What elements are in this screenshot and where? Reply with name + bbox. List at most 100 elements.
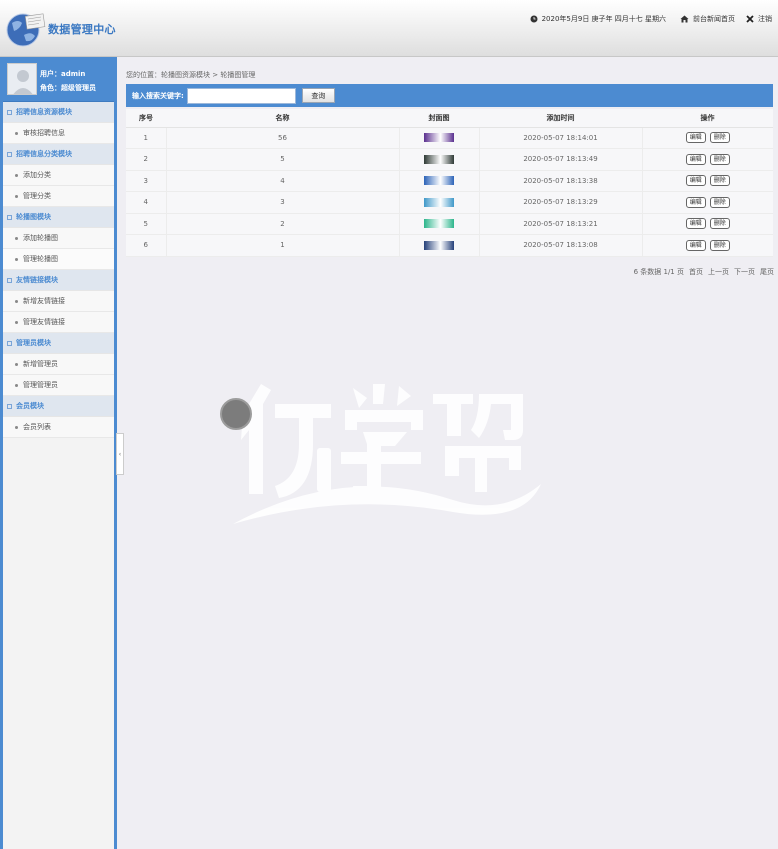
edit-button[interactable]: 编辑 xyxy=(685,239,706,251)
group-member[interactable]: 会员模块 xyxy=(3,396,114,417)
row-time: 2020-05-07 18:14:01 xyxy=(479,127,643,149)
menu-add-category[interactable]: 添加分类 xyxy=(3,165,114,186)
row-actions: 编辑 删除 xyxy=(642,148,773,171)
app-title: 数据管理中心 xyxy=(48,23,116,36)
col-header-cover: 封面图 xyxy=(399,109,479,128)
menu-manage-carousel[interactable]: 管理轮播图 xyxy=(3,249,114,270)
cover-thumbnail[interactable] xyxy=(424,154,454,164)
row-actions: 编辑 删除 xyxy=(642,170,773,192)
row-actions: 编辑 删除 xyxy=(642,127,773,149)
row-time: 2020-05-07 18:13:08 xyxy=(479,234,643,257)
delete-button[interactable]: 删除 xyxy=(709,239,730,251)
col-header-actions: 操作 xyxy=(642,109,773,128)
pager-next[interactable]: 下一页 xyxy=(734,267,755,277)
col-header-no: 序号 xyxy=(126,109,166,128)
menu-add-link[interactable]: 新增友情链接 xyxy=(3,291,114,312)
home-link[interactable]: 前台新闻首页 xyxy=(693,14,735,24)
search-input[interactable] xyxy=(186,87,296,104)
menu-manage-category[interactable]: 管理分类 xyxy=(3,186,114,207)
row-cover xyxy=(399,213,480,235)
sidebar: 用户：admin 角色：超级管理员 招聘信息资源模块 审核招聘信息 招聘信息分类… xyxy=(0,57,117,849)
pager-first[interactable]: 首页 xyxy=(689,267,703,277)
watermark-logo xyxy=(223,374,553,534)
row-no: 5 xyxy=(126,213,167,235)
row-no: 4 xyxy=(126,191,167,214)
table-row: 6 1 2020-05-07 18:13:08 编辑 删除 xyxy=(126,234,773,257)
edit-button[interactable]: 编辑 xyxy=(685,196,706,208)
datetime-text: 2020年5月9日 庚子年 四月十七 星期六 xyxy=(541,15,666,23)
row-name: 2 xyxy=(166,213,400,235)
row-actions: 编辑 删除 xyxy=(642,213,773,235)
delete-button[interactable]: 删除 xyxy=(709,132,730,144)
breadcrumb: 您的位置：轮播图资源模块 > 轮播图管理 xyxy=(126,71,256,79)
row-name: 5 xyxy=(166,148,400,171)
edit-button[interactable]: 编辑 xyxy=(685,218,706,230)
group-recruit-resource[interactable]: 招聘信息资源模块 xyxy=(3,102,114,123)
menu-review-recruit[interactable]: 审核招聘信息 xyxy=(3,123,114,144)
row-no: 6 xyxy=(126,234,167,257)
table-row: 5 2 2020-05-07 18:13:21 编辑 删除 xyxy=(126,213,773,235)
search-button[interactable]: 查询 xyxy=(301,88,335,103)
menu-manage-link[interactable]: 管理友情链接 xyxy=(3,312,114,333)
pager-summary: 6 条数据 1/1 页 xyxy=(633,268,684,276)
cursor-highlight-circle xyxy=(220,398,252,430)
row-cover xyxy=(399,170,480,192)
edit-button[interactable]: 编辑 xyxy=(685,175,706,187)
top-header: 数据管理中心 2020年5月9日 庚子年 四月十七 星期六 前台新闻首页 注销 xyxy=(0,0,778,57)
user-name: 用户：admin xyxy=(40,70,86,78)
logout-link[interactable]: 注销 xyxy=(758,14,772,24)
group-carousel[interactable]: 轮播图模块 xyxy=(3,207,114,228)
row-name: 3 xyxy=(166,191,400,214)
row-name: 4 xyxy=(166,170,400,192)
menu-add-carousel[interactable]: 添加轮播图 xyxy=(3,228,114,249)
group-friend-links[interactable]: 友情链接模块 xyxy=(3,270,114,291)
cover-thumbnail[interactable] xyxy=(424,240,454,250)
delete-button[interactable]: 删除 xyxy=(709,196,730,208)
search-label: 输入搜索关键字: xyxy=(132,91,184,100)
pager-last[interactable]: 尾页 xyxy=(760,267,774,277)
row-actions: 编辑 删除 xyxy=(642,234,773,257)
delete-button[interactable]: 删除 xyxy=(709,218,730,230)
row-name: 56 xyxy=(166,127,400,149)
menu-manage-admin[interactable]: 管理管理员 xyxy=(3,375,114,396)
row-actions: 编辑 删除 xyxy=(642,191,773,214)
user-role: 角色：超级管理员 xyxy=(40,84,96,92)
delete-button[interactable]: 删除 xyxy=(709,175,730,187)
menu-add-admin[interactable]: 新增管理员 xyxy=(3,354,114,375)
pager-prev[interactable]: 上一页 xyxy=(708,267,729,277)
clock-icon xyxy=(530,15,538,23)
user-panel: 用户：admin 角色：超级管理员 xyxy=(3,57,114,102)
menu-member-list[interactable]: 会员列表 xyxy=(3,417,114,438)
row-no: 1 xyxy=(126,127,167,149)
pagination: 6 条数据 1/1 页 首页 上一页 下一页 尾页 xyxy=(634,267,774,277)
table-header-row: 序号 名称 封面图 添加时间 操作 xyxy=(126,109,773,128)
cover-thumbnail[interactable] xyxy=(424,197,454,207)
close-icon[interactable] xyxy=(746,15,754,23)
home-icon[interactable] xyxy=(680,15,689,23)
edit-button[interactable]: 编辑 xyxy=(685,132,706,144)
cover-thumbnail[interactable] xyxy=(424,133,454,143)
carousel-table: 序号 名称 封面图 添加时间 操作 1 56 2020-05-07 18:14:01… xyxy=(126,109,773,257)
main-content: 您的位置：轮播图资源模块 > 轮播图管理 输入搜索关键字: 查询 序号 名称 封… xyxy=(123,57,778,849)
delete-button[interactable]: 删除 xyxy=(709,153,730,165)
cover-thumbnail[interactable] xyxy=(424,219,454,229)
row-time: 2020-05-07 18:13:29 xyxy=(479,191,643,214)
col-header-time: 添加时间 xyxy=(479,109,642,128)
top-links: 2020年5月9日 庚子年 四月十七 星期六 前台新闻首页 注销 xyxy=(530,14,772,24)
row-no: 2 xyxy=(126,148,167,171)
row-time: 2020-05-07 18:13:21 xyxy=(479,213,643,235)
table-row: 3 4 2020-05-07 18:13:38 编辑 删除 xyxy=(126,170,773,192)
group-recruit-category[interactable]: 招聘信息分类模块 xyxy=(3,144,114,165)
group-admin[interactable]: 管理员模块 xyxy=(3,333,114,354)
globe-logo-icon xyxy=(4,9,48,49)
row-name: 1 xyxy=(166,234,400,257)
table-row: 2 5 2020-05-07 18:13:49 编辑 删除 xyxy=(126,148,773,171)
row-time: 2020-05-07 18:13:49 xyxy=(479,148,643,171)
row-cover xyxy=(399,127,480,149)
edit-button[interactable]: 编辑 xyxy=(685,153,706,165)
row-cover xyxy=(399,191,480,214)
cover-thumbnail[interactable] xyxy=(424,176,454,186)
row-cover xyxy=(399,234,480,257)
row-time: 2020-05-07 18:13:38 xyxy=(479,170,643,192)
avatar-icon xyxy=(7,63,37,95)
